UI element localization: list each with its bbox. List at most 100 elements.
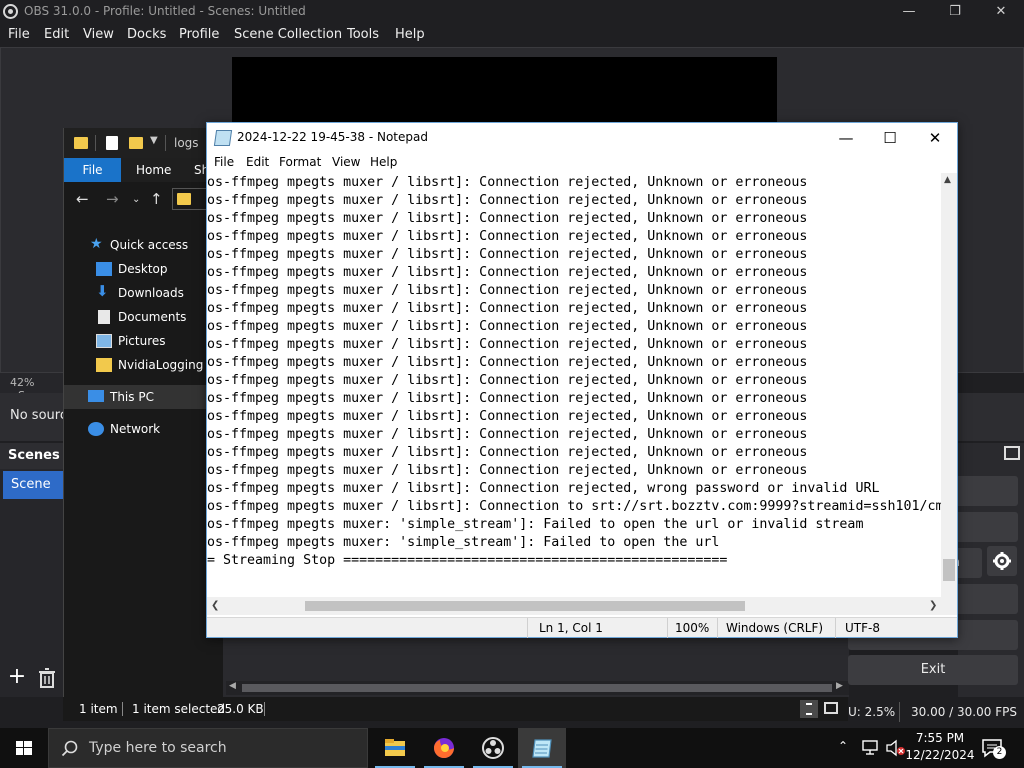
menu-help[interactable]: Help [395,27,425,42]
taskbar-notepad[interactable] [518,728,566,768]
forward-arrow-icon[interactable]: → [106,190,119,208]
sidebar-item-label: This PC [110,390,154,404]
log-line: os-ffmpeg mpegts muxer / libsrt]: Connec… [207,175,808,190]
notepad-title: 2024-12-22 19-45-38 - Notepad [237,130,428,144]
sidebar-item-label: NvidiaLogging [118,358,204,372]
minimize-icon[interactable]: — [886,0,932,23]
log-line: os-ffmpeg mpegts muxer / libsrt]: Connec… [207,193,808,208]
sidebar-item-label: Documents [118,310,187,324]
notepad-window: 2024-12-22 19-45-38 - Notepad — ☐ ✕ File… [206,122,958,638]
log-line: os-ffmpeg mpegts muxer / libsrt]: Connec… [207,337,808,352]
encoding: UTF-8 [845,621,880,635]
fps-readout: 30.00 / 30.00 FPS [911,705,1017,719]
scroll-up-icon[interactable]: ▲ [944,175,951,185]
chevron-up-icon[interactable]: ⌃ [838,739,848,753]
log-line: os-ffmpeg mpegts muxer / libsrt]: Connec… [207,481,880,496]
undock-icon[interactable] [1004,446,1020,460]
notepad-vertical-scrollbar[interactable]: ▲ [941,173,957,597]
menu-docks[interactable]: Docks [127,27,166,42]
obs-preview-canvas[interactable] [232,57,777,132]
sidebar-item-nvidialogging[interactable]: NvidiaLogging [64,353,224,377]
sidebar-item-documents[interactable]: Documents [64,305,224,329]
obs-horizontal-scrollbar[interactable]: ◀ ▶ [226,681,849,695]
recent-dropdown-icon[interactable]: ⌄ [132,194,140,205]
taskbar-firefox[interactable] [420,728,468,768]
close-icon[interactable]: ✕ [978,0,1024,23]
gear-icon[interactable] [987,546,1017,576]
scene-list-item[interactable]: Scene [3,471,63,499]
menu-view[interactable]: View [332,155,360,169]
large-icons-view-icon[interactable] [824,702,838,714]
search-placeholder: Type here to search [89,740,227,756]
cursor-position: Ln 1, Col 1 [539,621,603,635]
view-toggle [800,700,845,718]
taskbar-file-explorer[interactable] [371,728,419,768]
address-folder-icon [177,193,191,205]
sidebar-item-desktop[interactable]: Desktop [64,257,224,281]
menu-file[interactable]: File [8,27,30,42]
scroll-left-icon[interactable]: ◀ [229,681,236,691]
scrollbar-thumb[interactable] [943,559,955,581]
log-line: os-ffmpeg mpegts muxer / libsrt]: Connec… [207,301,808,316]
taskbar-search-box[interactable]: Type here to search [48,728,368,768]
menu-edit[interactable]: Edit [246,155,269,169]
menu-edit[interactable]: Edit [44,27,69,42]
exit-button[interactable]: Exit [848,655,1018,685]
cpu-usage: U: 2.5% [848,705,896,719]
scroll-right-icon[interactable]: ❯ [929,600,937,611]
download-icon: ⬇ [96,282,109,300]
menu-scene-collection[interactable]: Scene Collection [234,27,342,42]
quick-access-dropdown-icon[interactable]: ▼ [150,135,158,146]
menu-format[interactable]: Format [279,155,321,169]
notifications-icon[interactable]: 2 [980,736,1006,760]
sidebar-item-label: Quick access [110,238,189,252]
trash-icon[interactable] [35,666,59,690]
details-view-icon[interactable] [800,700,818,718]
status-divider [899,702,900,722]
add-scene-icon[interactable]: + [5,666,29,690]
close-icon[interactable]: ✕ [912,123,958,153]
new-folder-icon[interactable] [129,137,143,149]
sidebar-item-quick-access[interactable]: ★ Quick access [64,233,224,257]
minimize-icon[interactable]: — [823,123,869,153]
notepad-horizontal-scrollbar[interactable]: ❮ ❯ [207,597,941,615]
sidebar-item-this-pc[interactable]: This PC [64,385,224,409]
scroll-left-icon[interactable]: ❮ [211,600,219,611]
notepad-icon [213,130,233,146]
log-line: os-ffmpeg mpegts muxer: 'simple_stream']… [207,535,720,550]
start-button[interactable] [0,728,48,768]
clock-date[interactable]: 12/22/2024 [900,748,980,762]
sidebar-item-downloads[interactable]: ⬇ Downloads [64,281,224,305]
menu-profile[interactable]: Profile [179,27,219,42]
menu-tools[interactable]: Tools [347,27,379,42]
notepad-text-area[interactable]: os-ffmpeg mpegts muxer / libsrt]: Connec… [207,173,941,597]
maximize-icon[interactable]: ☐ [867,123,913,153]
obs-zoom-indicator: 42% Sca [0,373,64,402]
scrollbar-thumb[interactable] [305,601,745,611]
notepad-icon [532,739,552,758]
network-tray-icon[interactable] [862,740,880,756]
back-arrow-icon[interactable]: ← [76,190,89,208]
scrollbar-thumb[interactable] [242,684,832,692]
log-line: os-ffmpeg mpegts muxer / libsrt]: Connec… [207,499,941,514]
properties-icon[interactable] [106,136,118,150]
tab-home[interactable]: Home [136,163,171,177]
file-explorer-icon [385,739,405,756]
clock-time[interactable]: 7:55 PM [900,731,980,745]
notepad-menu-bar: File Edit Format View Help [207,153,957,173]
log-line: os-ffmpeg mpegts muxer / libsrt]: Connec… [207,319,808,334]
selection-size: 25.0 KB [217,702,264,716]
up-arrow-icon[interactable]: ↑ [150,190,163,208]
menu-view[interactable]: View [83,27,114,42]
log-line: os-ffmpeg mpegts muxer / libsrt]: Connec… [207,409,808,424]
menu-help[interactable]: Help [370,155,397,169]
sidebar-item-pictures[interactable]: Pictures [64,329,224,353]
taskbar-obs[interactable] [469,728,517,768]
scroll-right-icon[interactable]: ▶ [836,681,843,691]
log-line: os-ffmpeg mpegts muxer / libsrt]: Connec… [207,265,808,280]
sidebar-item-network[interactable]: Network [64,417,224,441]
menu-file[interactable]: File [214,155,234,169]
tab-file[interactable]: File [64,158,121,182]
log-line: os-ffmpeg mpegts muxer / libsrt]: Connec… [207,391,808,406]
restore-icon[interactable]: ❐ [932,0,978,23]
